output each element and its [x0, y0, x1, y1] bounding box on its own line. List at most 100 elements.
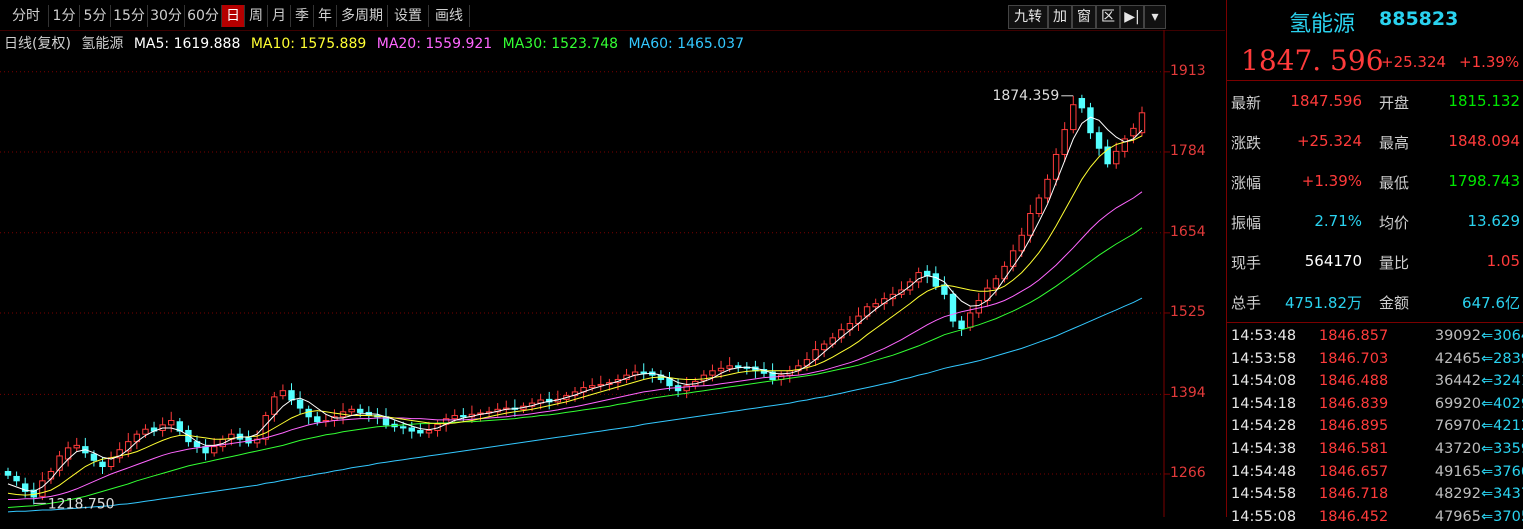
tab-2[interactable]: 5分 — [80, 5, 111, 27]
tick-price: 1846.718 — [1319, 486, 1389, 503]
quote-value: 1.05 — [1486, 252, 1520, 270]
tick-count: ⇐4212 — [1481, 418, 1523, 435]
quote-label: 均价 — [1379, 214, 1410, 232]
candle-body-16 — [142, 428, 149, 435]
tick-row: 14:54:28 1846.895 76970⇐4212 — [1227, 416, 1523, 438]
tab-5[interactable]: 60分 — [185, 5, 222, 27]
quote-row: 现手 564170 量比 1.05 — [1227, 248, 1523, 278]
candle-body-82 — [709, 370, 716, 376]
tab-7[interactable]: 周 — [245, 5, 268, 27]
tick-count: ⇐3241 — [1481, 373, 1523, 390]
quote-label: 金额 — [1379, 294, 1410, 312]
price-change-pct: +1.39% — [1459, 53, 1520, 71]
period-toolbar: 分时 1分 5分 15分 30分 60分日周月季年多周期 设置 画线 九转加窗区 ▶| ▾ — [0, 0, 1225, 30]
legend-ma30: MA30: 1523.748 — [502, 36, 619, 52]
candle-body-23 — [202, 446, 209, 454]
tick-price: 1846.657 — [1319, 463, 1389, 480]
tick-volume: 39092 — [1434, 328, 1481, 344]
candle-body-120 — [1035, 197, 1043, 215]
candle-body-41 — [357, 408, 364, 413]
tool-button-4[interactable]: ▶| — [1120, 5, 1144, 29]
candle-body-52 — [451, 415, 458, 420]
tab-6[interactable]: 日 — [222, 5, 245, 27]
tick-volume: 48292 — [1434, 486, 1481, 503]
panel-divider — [1227, 322, 1523, 323]
high-annotation: 1874.359 — [992, 88, 1059, 104]
tick-time: 14:54:18 — [1231, 395, 1297, 412]
tab-9[interactable]: 季 — [291, 5, 314, 27]
tool-button-0[interactable]: 九转 — [1008, 5, 1048, 29]
candle-body-85 — [735, 365, 742, 368]
candle-body-121 — [1044, 178, 1051, 199]
ma-line-ma30 — [7, 227, 1143, 508]
tick-price: 1846.581 — [1319, 441, 1389, 457]
quote-value: 1798.743 — [1448, 172, 1520, 190]
tick-row: 14:54:18 1846.839 69920⇐4029 — [1227, 394, 1523, 416]
tab-12[interactable]: 设置 — [388, 5, 429, 27]
tool-button-2[interactable]: 窗 — [1072, 5, 1096, 29]
candle-body-48 — [417, 429, 424, 434]
candle-body-53 — [460, 415, 467, 418]
price-change: +25.324 — [1381, 53, 1447, 71]
candle-body-84 — [726, 365, 733, 369]
quote-row: 振幅 2.71% 均价 13.629 — [1227, 208, 1523, 238]
tick-volume: 42465 — [1434, 350, 1481, 367]
quote-label: 量比 — [1379, 254, 1410, 272]
candle-body-115 — [992, 278, 1000, 289]
tool-button-5[interactable]: ▾ — [1144, 5, 1166, 29]
candle-body-127 — [1095, 132, 1103, 149]
candle-body-10 — [90, 453, 98, 461]
panel-divider — [1227, 80, 1523, 81]
quote-value: 13.629 — [1467, 212, 1521, 230]
quote-value: 4751.82万 — [1284, 294, 1362, 312]
tick-time: 14:54:48 — [1231, 463, 1297, 480]
tool-button-3[interactable]: 区 — [1096, 5, 1120, 29]
quote-row: 涨跌 +25.324 最高 1848.094 — [1227, 128, 1523, 158]
legend-ma5: MA5: 1619.888 — [133, 36, 241, 52]
candle-body-68 — [588, 385, 596, 389]
quote-label: 现手 — [1231, 254, 1262, 272]
tab-3[interactable]: 15分 — [111, 5, 148, 27]
quote-row: 最新 1847.596 开盘 1815.132 — [1227, 88, 1523, 118]
tab-11[interactable]: 多周期 — [337, 5, 388, 27]
tick-volume: 43720 — [1434, 441, 1481, 457]
tick-volume: 49165 — [1434, 463, 1481, 480]
quote-value: 1847.596 — [1290, 92, 1362, 110]
candle-body-116 — [1001, 265, 1008, 280]
candle-body-34 — [296, 399, 304, 409]
kline-chart[interactable]: 1874.359 1218.750 — [0, 29, 1225, 517]
tab-13[interactable]: 画线 — [429, 5, 470, 27]
tick-row: 14:53:58 1846.703 42465⇐2839 — [1227, 349, 1523, 371]
quote-value: 1815.132 — [1448, 92, 1520, 110]
quote-label: 最新 — [1231, 94, 1262, 112]
candle-body-113 — [975, 300, 982, 314]
tick-time: 14:54:08 — [1231, 373, 1297, 390]
tick-row: 14:53:48 1846.857 39092⇐3064 — [1227, 326, 1523, 348]
quote-value: +1.39% — [1301, 172, 1362, 190]
candle-body-129 — [1113, 150, 1120, 165]
quote-label: 涨跌 — [1231, 134, 1262, 152]
tick-time: 14:53:58 — [1231, 350, 1297, 367]
candle-body-8 — [73, 444, 80, 449]
legend-name: 氢能源 — [81, 36, 124, 52]
price-tick-label-5: 1266 — [1170, 464, 1206, 481]
tab-10[interactable]: 年 — [314, 5, 337, 27]
candle-body-95 — [820, 343, 828, 351]
tick-row: 14:54:08 1846.488 36442⇐3241 — [1227, 371, 1523, 393]
tool-button-1[interactable]: 加 — [1048, 5, 1072, 29]
price-tick-label-2: 1654 — [1170, 223, 1206, 240]
price-tick-label-3: 1525 — [1170, 303, 1206, 320]
candle-body-74 — [640, 371, 647, 374]
tab-4[interactable]: 30分 — [148, 5, 185, 27]
tick-time: 14:54:38 — [1231, 441, 1297, 457]
tick-row: 14:54:48 1846.657 49165⇐3760 — [1227, 462, 1523, 484]
tab-8[interactable]: 月 — [268, 5, 291, 27]
quote-value: 1848.094 — [1448, 132, 1520, 150]
tab-0[interactable]: 分时 — [4, 5, 49, 27]
candle-body-0 — [4, 470, 12, 476]
candle-body-1 — [13, 475, 20, 482]
candle-body-111 — [958, 320, 965, 330]
tab-1[interactable]: 1分 — [49, 5, 80, 27]
tick-count: ⇐2839 — [1481, 350, 1523, 367]
candle-body-33 — [288, 390, 295, 401]
